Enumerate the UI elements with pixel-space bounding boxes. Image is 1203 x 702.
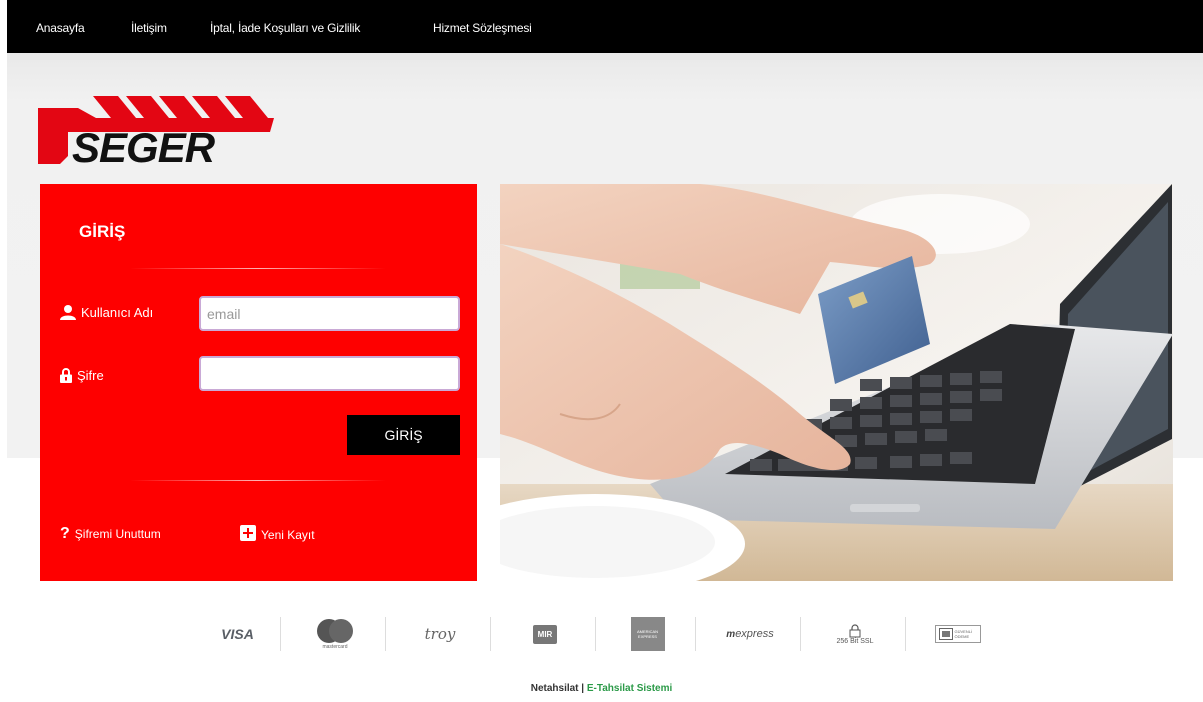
username-input[interactable]: [199, 296, 460, 331]
hero-image: [500, 184, 1173, 581]
top-navbar: Anasayfa İletişim İptal, İade Koşulları …: [7, 0, 1203, 53]
secure-payment-logo: GÜVENLİ ÖDEME: [910, 614, 1005, 654]
express-logo: m express: [726, 628, 774, 640]
logo-text: SEGER: [72, 124, 216, 166]
lock-icon: [60, 368, 72, 383]
amex-logo: AMERICAN EXPRESS: [600, 614, 695, 654]
visa-logo: VISA: [221, 626, 254, 642]
ssl-logo: 256 Bit SSL: [805, 614, 905, 654]
username-label: Kullanıcı Adı: [60, 305, 153, 320]
password-input[interactable]: [199, 356, 460, 391]
nav-link-home[interactable]: Anasayfa: [36, 21, 85, 35]
password-label: Şifre: [60, 368, 104, 383]
mastercard-logo: mastercard: [285, 614, 385, 654]
mir-logo: MIR: [495, 614, 595, 654]
footer: Netahsilat | E-Tahsilat Sistemi: [530, 683, 673, 694]
login-button[interactable]: GİRİŞ: [347, 415, 460, 455]
payment-logos: VISA mastercard troy MIR AMERICAN EXPRES…: [195, 614, 1005, 654]
nav-link-contact[interactable]: İletişim: [131, 21, 167, 35]
login-panel: GİRİŞ Kullanıcı Adı Şifre GİRİŞ ? Şifrem…: [40, 184, 477, 581]
divider: [130, 268, 386, 269]
secure-icon: [938, 628, 953, 640]
divider: [130, 480, 386, 481]
login-title: GİRİŞ: [79, 222, 126, 241]
nav-link-cancellation-privacy[interactable]: İptal, İade Koşulları ve Gizlilik: [210, 21, 360, 35]
question-icon: ?: [60, 525, 70, 542]
troy-logo: troy: [424, 625, 456, 643]
footer-brand[interactable]: Netahsilat: [531, 683, 579, 694]
register-link[interactable]: Yeni Kayıt: [240, 525, 315, 544]
seger-logo[interactable]: SEGER: [38, 96, 278, 171]
nav-link-service-agreement[interactable]: Hizmet Sözleşmesi: [433, 21, 532, 35]
footer-tagline[interactable]: E-Tahsilat Sistemi: [587, 683, 672, 694]
user-icon: [60, 305, 76, 320]
lock-icon: [849, 623, 861, 637]
plus-square-icon: [240, 525, 256, 544]
forgot-password-link[interactable]: ? Şifremi Unuttum: [60, 525, 161, 543]
